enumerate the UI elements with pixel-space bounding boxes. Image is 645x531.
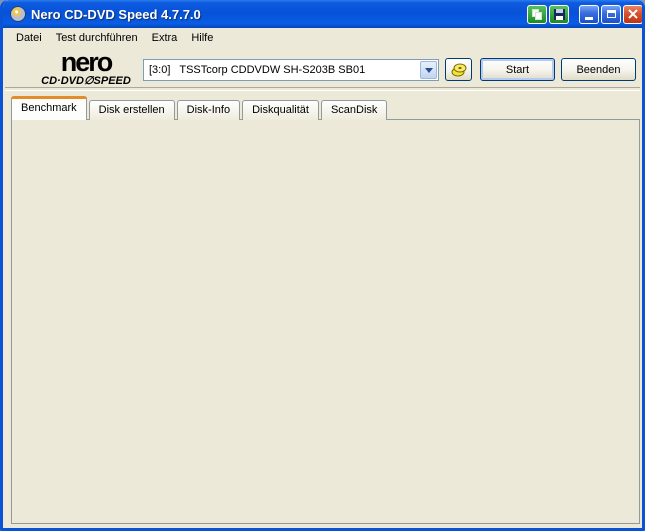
cddvdspeed-logo-text: CD·DVD∅SPEED [41, 75, 131, 87]
drive-select-value: [3:0] TSSTcorp CDDVDW SH-S203B SB01 [149, 64, 366, 76]
tab-diskqualit-t[interactable]: Diskqualität [242, 100, 319, 120]
minimize-icon [585, 16, 593, 20]
close-button[interactable] [623, 4, 642, 24]
app-icon [10, 6, 26, 22]
eject-disc-icon [451, 63, 466, 76]
nero-logo: nero CD·DVD∅SPEED [31, 47, 141, 88]
save-button[interactable] [549, 4, 569, 24]
copy-icon [532, 8, 542, 20]
eject-button[interactable] [445, 58, 472, 81]
save-icon [553, 8, 565, 20]
maximize-button[interactable] [601, 4, 621, 24]
menu-item-test-durchf-hren[interactable]: Test durchführen [49, 30, 145, 46]
maximize-icon [606, 10, 616, 18]
quit-button[interactable]: Beenden [561, 58, 636, 81]
toolbar: nero CD·DVD∅SPEED [3:0] TSSTcorp CDDVDW … [3, 47, 642, 91]
copy-to-clipboard-button[interactable] [527, 4, 547, 24]
window-title: Nero CD-DVD Speed 4.7.7.0 [31, 6, 201, 22]
chevron-down-icon[interactable] [420, 61, 437, 79]
menu-item-extra[interactable]: Extra [145, 30, 185, 46]
app-window: Nero CD-DVD Speed 4.7.7.0 Datei Test durc… [0, 0, 645, 531]
tab-strip: Benchmark Disk erstellen Disk-Info Diskqual… [11, 96, 389, 120]
start-button[interactable]: Start [480, 58, 555, 81]
tab-disk-erstellen[interactable]: Disk erstellen [88, 100, 175, 120]
tab-benchmark[interactable]: Benchmark [11, 96, 87, 120]
benchmark-tab-page [11, 119, 640, 524]
minimize-button[interactable] [579, 4, 599, 24]
title-bar[interactable]: Nero CD-DVD Speed 4.7.7.0 [3, 0, 642, 28]
menu-item-hilfe[interactable]: Hilfe [184, 30, 220, 46]
menu-bar: Datei Test durchführen Extra Hilfe [3, 28, 642, 47]
close-icon [628, 9, 638, 19]
tab-scandisk[interactable]: ScanDisk [320, 100, 388, 120]
nero-logo-text: nero [60, 47, 114, 77]
drive-select[interactable]: [3:0] TSSTcorp CDDVDW SH-S203B SB01 [143, 59, 439, 81]
menu-item-datei[interactable]: Datei [9, 30, 49, 46]
tab-disk-info[interactable]: Disk-Info [176, 100, 241, 120]
